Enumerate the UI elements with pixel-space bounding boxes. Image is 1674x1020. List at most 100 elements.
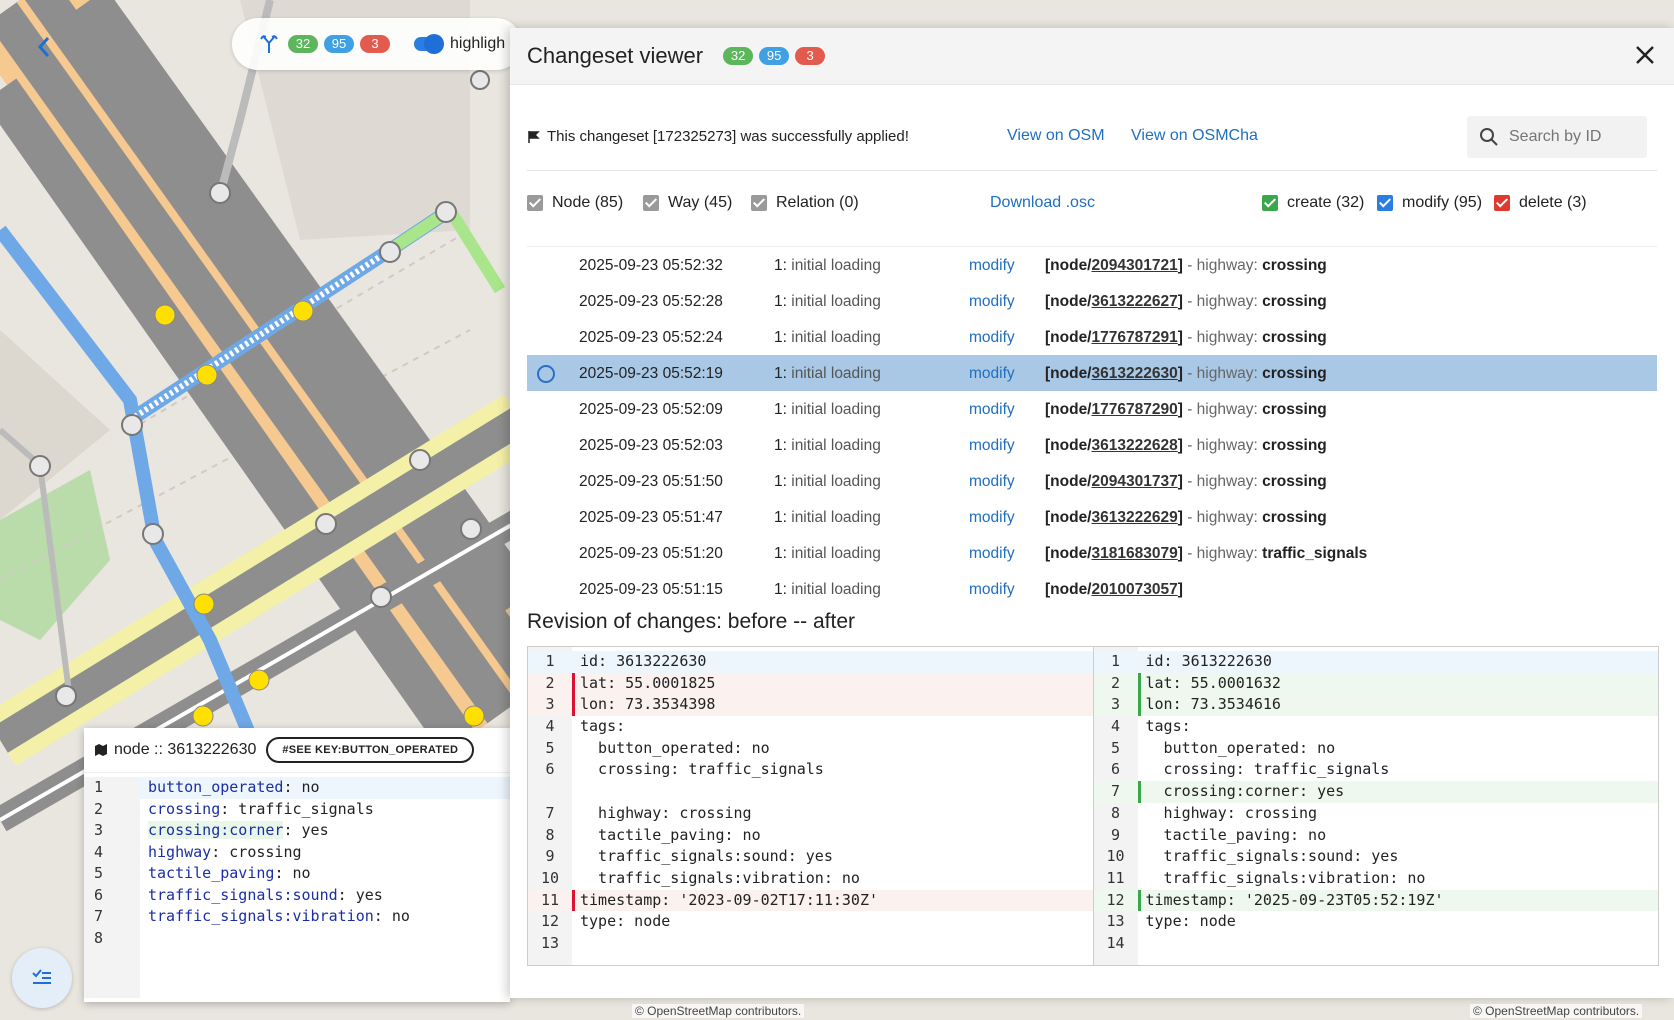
diff-line: 5 button_operated: no: [1110, 738, 1336, 757]
diff-after-pane[interactable]: 1 id: 3613222630 2 lat: 55.0001632 3 lon: 73.…: [1093, 647, 1658, 965]
change-row[interactable]: 2025-09-23 05:51:47 1: initial loading mod…: [527, 499, 1657, 535]
row-timestamp: 2025-09-23 05:51:47: [579, 509, 723, 526]
diff-line: 4 tags:: [1110, 717, 1191, 736]
delete-count-badge: 3: [795, 47, 826, 65]
change-row[interactable]: 2025-09-23 05:52:19 1: initial loading mod…: [527, 355, 1657, 391]
changeset-viewer-panel: Changeset viewer 32 95 3 This changeset …: [510, 28, 1674, 998]
back-button[interactable]: [30, 32, 60, 62]
row-changeset: 1: initial loading: [774, 257, 881, 274]
row-timestamp: 2025-09-23 05:52:28: [579, 293, 723, 310]
node-tags-editor[interactable]: 1 button_operated: no 2 crossing: traffic_…: [84, 773, 510, 998]
diff-line: 5 button_operated: no: [545, 738, 770, 757]
create-count-badge: 32: [723, 47, 754, 65]
create-count-badge: 32: [288, 35, 318, 53]
chevron-left-icon: [37, 37, 50, 57]
row-action: modify: [969, 365, 1015, 382]
row-changeset: 1: initial loading: [774, 437, 881, 454]
code-line: 4 highway: crossing: [84, 841, 510, 863]
list-check-icon: [32, 969, 51, 984]
filter-bar: Node (85) Way (45) Relation (0) Download…: [527, 190, 1657, 220]
change-row[interactable]: 2025-09-23 05:51:15 1: initial loading mod…: [527, 571, 1657, 603]
view-on-osmcha-link[interactable]: View on OSMCha: [1131, 127, 1258, 145]
code-line: 5 tactile_paving: no: [84, 863, 510, 885]
row-object: [node/3181683079] - highway: traffic_sig…: [1045, 545, 1368, 562]
row-changeset: 1: initial loading: [774, 401, 881, 418]
see-key-button[interactable]: #SEE KEY:BUTTON_OPERATED: [266, 737, 475, 763]
create-filter-checkbox[interactable]: create (32): [1262, 194, 1364, 212]
diff-line: [528, 781, 1093, 803]
diff-line: 14: [1106, 933, 1125, 952]
change-row[interactable]: 2025-09-23 05:52:28 1: initial loading mod…: [527, 283, 1657, 319]
object-id-link[interactable]: 3613222627: [1092, 293, 1178, 310]
close-icon[interactable]: [1632, 42, 1658, 68]
diff-line: 2 lat: 55.0001825: [528, 672, 1093, 695]
viewer-title: Changeset viewer: [527, 43, 704, 68]
changeset-list-button[interactable]: [12, 948, 72, 1008]
row-timestamp: 2025-09-23 05:51:50: [579, 473, 723, 490]
object-id-link[interactable]: 2094301737: [1092, 473, 1178, 490]
map-attribution[interactable]: © OpenStreetMap contributors.: [1470, 1004, 1643, 1018]
object-id-link[interactable]: 2094301721: [1092, 257, 1178, 274]
object-id-link[interactable]: 3613222628: [1092, 437, 1178, 454]
diff-line: 9 tactile_paving: no: [1110, 825, 1327, 844]
revision-title: Revision of changes: before -- after: [527, 610, 856, 633]
node-panel-title: node :: 3613222630: [114, 741, 257, 758]
change-row[interactable]: 2025-09-23 05:52:09 1: initial loading mod…: [527, 391, 1657, 427]
checkbox-icon: [1377, 195, 1393, 211]
way-filter-checkbox[interactable]: Way (45): [643, 194, 732, 212]
row-action: modify: [969, 257, 1015, 274]
highlight-toggle[interactable]: [414, 34, 444, 54]
diff-line: 3 lon: 73.3534398: [528, 694, 1093, 717]
diff-line: 8 highway: crossing: [1110, 803, 1318, 822]
delete-filter-checkbox[interactable]: delete (3): [1494, 194, 1587, 212]
diff-line: 3 lon: 73.3534616: [1093, 694, 1658, 717]
relation-filter-checkbox[interactable]: Relation (0): [751, 194, 859, 212]
object-id-link[interactable]: 3613222630: [1092, 365, 1178, 382]
modify-count-badge: 95: [324, 35, 354, 53]
diff-before-pane[interactable]: 1 id: 3613222630 2 lat: 55.0001825 3 lon: 73.…: [528, 647, 1094, 965]
code-line: 1 button_operated: no: [84, 777, 510, 799]
row-object: [node/3613222627] - highway: crossing: [1045, 293, 1327, 310]
row-changeset: 1: initial loading: [774, 365, 881, 382]
change-row[interactable]: 2025-09-23 05:52:03 1: initial loading mod…: [527, 427, 1657, 463]
view-on-osm-link[interactable]: View on OSM: [1007, 127, 1105, 145]
change-row[interactable]: 2025-09-23 05:52:24 1: initial loading mod…: [527, 319, 1657, 355]
changes-list[interactable]: 2025-09-23 05:52:32 1: initial loading mod…: [527, 246, 1657, 603]
diff-line: 13 type: node: [1106, 912, 1236, 931]
row-action: modify: [969, 329, 1015, 346]
diff-line: 7 crossing:corner: yes: [1093, 781, 1658, 803]
diff-line: 12 type: node: [540, 912, 671, 931]
object-id-link[interactable]: 2010073057: [1092, 581, 1178, 598]
diff-line: 10 traffic_signals:vibration: no: [540, 868, 860, 887]
object-id-link[interactable]: 1776787291: [1092, 329, 1178, 346]
row-object: [node/1776787290] - highway: crossing: [1045, 401, 1327, 418]
changeset-branch-icon[interactable]: [258, 33, 280, 55]
row-object: [node/1776787291] - highway: crossing: [1045, 329, 1327, 346]
code-line: 7 traffic_signals:vibration: no: [84, 906, 510, 928]
object-id-link[interactable]: 3181683079: [1092, 545, 1178, 562]
node-filter-checkbox[interactable]: Node (85): [527, 194, 623, 212]
filter-label: create (32): [1287, 194, 1365, 211]
filter-label: Node (85): [552, 194, 624, 211]
row-object: [node/3613222628] - highway: crossing: [1045, 437, 1327, 454]
row-changeset: 1: initial loading: [774, 293, 881, 310]
highlight-label: highligh: [450, 35, 506, 52]
row-changeset: 1: initial loading: [774, 473, 881, 490]
download-osc-link[interactable]: Download .osc: [990, 194, 1095, 212]
modify-filter-checkbox[interactable]: modify (95): [1377, 194, 1482, 212]
map-attribution[interactable]: © OpenStreetMap contributors.: [632, 1004, 805, 1018]
diff-line: 11 timestamp: '2023-09-02T17:11:30Z': [528, 889, 1093, 912]
diff-line: 1 id: 3613222630: [1093, 651, 1658, 673]
change-row[interactable]: 2025-09-23 05:52:32 1: initial loading mod…: [527, 247, 1657, 283]
object-id-link[interactable]: 3613222629: [1092, 509, 1178, 526]
row-changeset: 1: initial loading: [774, 581, 881, 598]
search-input[interactable]: [1507, 127, 1631, 147]
code-line: 8: [84, 927, 510, 998]
row-action: modify: [969, 437, 1015, 454]
search-box[interactable]: [1467, 116, 1647, 158]
change-row[interactable]: 2025-09-23 05:51:50 1: initial loading mod…: [527, 463, 1657, 499]
change-row[interactable]: 2025-09-23 05:51:20 1: initial loading mod…: [527, 535, 1657, 571]
row-timestamp: 2025-09-23 05:52:32: [579, 257, 723, 274]
object-id-link[interactable]: 1776787290: [1092, 401, 1178, 418]
viewer-header: Changeset viewer 32 95 3: [510, 28, 1674, 85]
